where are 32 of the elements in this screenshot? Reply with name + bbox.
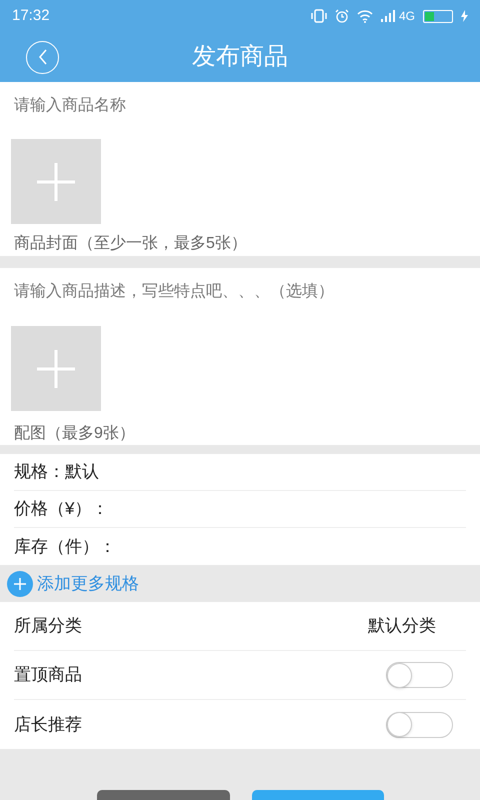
spec-label: 规格： xyxy=(14,461,65,484)
network-type: 4G xyxy=(398,8,415,25)
status-time: 17:32 xyxy=(12,6,50,26)
spec-label: 库存（件）： xyxy=(14,536,116,558)
plus-icon xyxy=(36,162,76,202)
add-image-button[interactable] xyxy=(11,326,101,411)
signal-icon xyxy=(380,10,397,22)
setting-label: 店长推荐 xyxy=(14,714,82,736)
page-title: 发布商品 xyxy=(192,42,288,72)
toggle-switch[interactable] xyxy=(386,662,453,688)
plus-circle-icon xyxy=(7,570,33,596)
plus-icon xyxy=(36,348,76,388)
images-caption: 配图（最多9张） xyxy=(13,424,136,444)
cover-caption: 商品封面（至少一张，最多5张） xyxy=(13,234,248,254)
secondary-button[interactable] xyxy=(96,790,230,800)
back-button[interactable] xyxy=(26,40,59,74)
setting-label: 置顶商品 xyxy=(14,664,82,686)
battery-icon xyxy=(423,10,453,22)
wifi-icon xyxy=(356,10,373,22)
charging-icon xyxy=(461,10,468,22)
description-field[interactable]: 请输入商品描述，写些特点吧、、、（选填） xyxy=(0,268,480,315)
alarm-icon xyxy=(334,9,349,23)
add-image-button[interactable] xyxy=(11,139,101,224)
vibrate-icon xyxy=(310,9,327,23)
spec-label: 价格（¥）： xyxy=(14,498,108,520)
product-name-field[interactable]: 请输入商品名称 xyxy=(0,82,480,130)
category-value[interactable]: 默认分类 xyxy=(368,613,436,639)
toggle-switch[interactable] xyxy=(386,712,453,738)
spec-value: 默认 xyxy=(65,461,99,484)
setting-label: 所属分类 xyxy=(14,615,82,638)
primary-button[interactable] xyxy=(252,790,384,800)
chevron-left-icon xyxy=(38,49,48,65)
